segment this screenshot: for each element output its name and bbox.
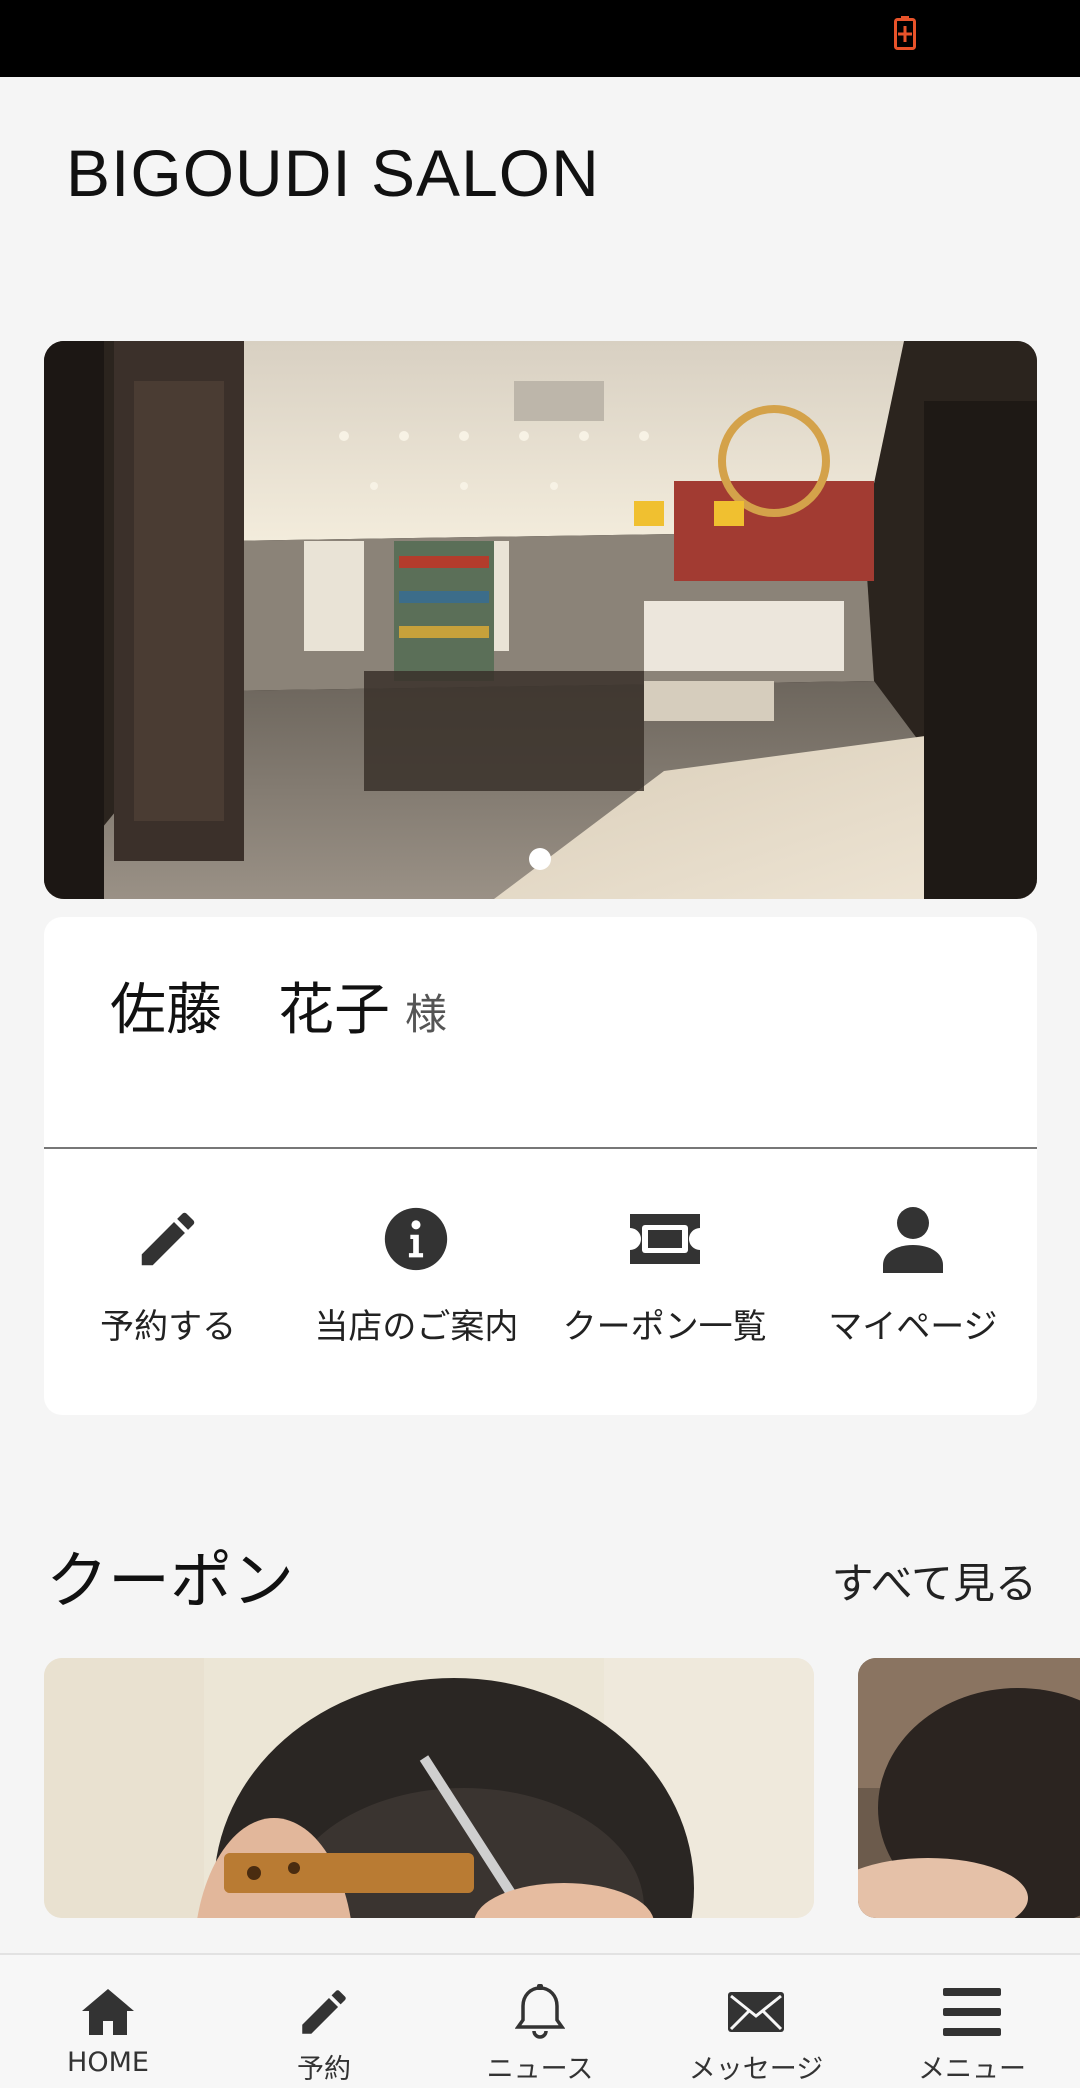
user-name: 佐藤 花子 xyxy=(110,978,390,1043)
coupon-list-button[interactable]: クーポン一覧 xyxy=(541,1149,789,1415)
pencil-icon xyxy=(141,1212,195,1266)
ticket-icon xyxy=(629,1214,700,1264)
nav-menu[interactable]: メニュー xyxy=(864,1955,1080,2088)
pencil-icon xyxy=(302,1990,346,2034)
my-page-button[interactable]: マイページ xyxy=(789,1149,1037,1415)
nav-message-label: メッセージ xyxy=(688,2054,824,2085)
app-title: BIGOUDI SALON xyxy=(66,136,600,210)
nav-message[interactable]: メッセージ xyxy=(648,1955,864,2088)
coupon-card[interactable] xyxy=(858,1658,1080,1918)
coupons-title: クーポン xyxy=(46,1544,295,1617)
person-icon xyxy=(882,1207,943,1273)
user-honorific: 様 xyxy=(405,990,448,1039)
reserve-label: 予約する xyxy=(100,1307,237,1347)
see-all-link[interactable]: すべて見る xyxy=(832,1550,1037,1611)
hero-carousel[interactable] xyxy=(44,341,1037,899)
carousel-indicator-dot[interactable] xyxy=(529,848,551,870)
nav-home-label: HOME xyxy=(67,2047,149,2078)
my-page-label: マイページ xyxy=(828,1307,998,1347)
battery-charging-icon xyxy=(894,16,916,50)
nav-menu-label: メニュー xyxy=(918,2054,1026,2085)
coupon-list-label: クーポン一覧 xyxy=(562,1307,767,1347)
bell-icon xyxy=(515,1984,565,2039)
profile-card: 佐藤 花子 様 予約する 当店のご案内 クーポン一覧 マイページ xyxy=(44,917,1037,1415)
haircut-comb-photo xyxy=(44,1658,814,1918)
coupons-section-header: クーポン すべて見る xyxy=(44,1530,1037,1617)
nav-home[interactable]: HOME xyxy=(0,1955,216,2088)
hamburger-menu-icon xyxy=(943,1988,1001,2036)
bottom-navigation: HOME 予約 ニュース メッセージ メニュー xyxy=(0,1953,1080,2088)
reserve-button[interactable]: 予約する xyxy=(44,1149,292,1415)
home-icon xyxy=(82,1989,134,2035)
salon-interior-photo xyxy=(44,341,1037,899)
nav-news[interactable]: ニュース xyxy=(432,1955,648,2088)
nav-news-label: ニュース xyxy=(486,2054,594,2085)
store-info-label: 当店のご案内 xyxy=(314,1307,519,1347)
info-icon xyxy=(385,1207,448,1271)
nav-reserve[interactable]: 予約 xyxy=(216,1955,432,2088)
quick-actions: 予約する 当店のご案内 クーポン一覧 マイページ xyxy=(44,1149,1037,1415)
haircut-photo xyxy=(858,1658,1080,1918)
status-bar xyxy=(0,0,1080,77)
app-header: BIGOUDI SALON xyxy=(0,77,1080,267)
nav-reserve-label: 予約 xyxy=(297,2054,351,2085)
coupon-card[interactable] xyxy=(44,1658,814,1918)
store-info-button[interactable]: 当店のご案内 xyxy=(292,1149,540,1415)
envelope-icon xyxy=(728,1992,784,2032)
